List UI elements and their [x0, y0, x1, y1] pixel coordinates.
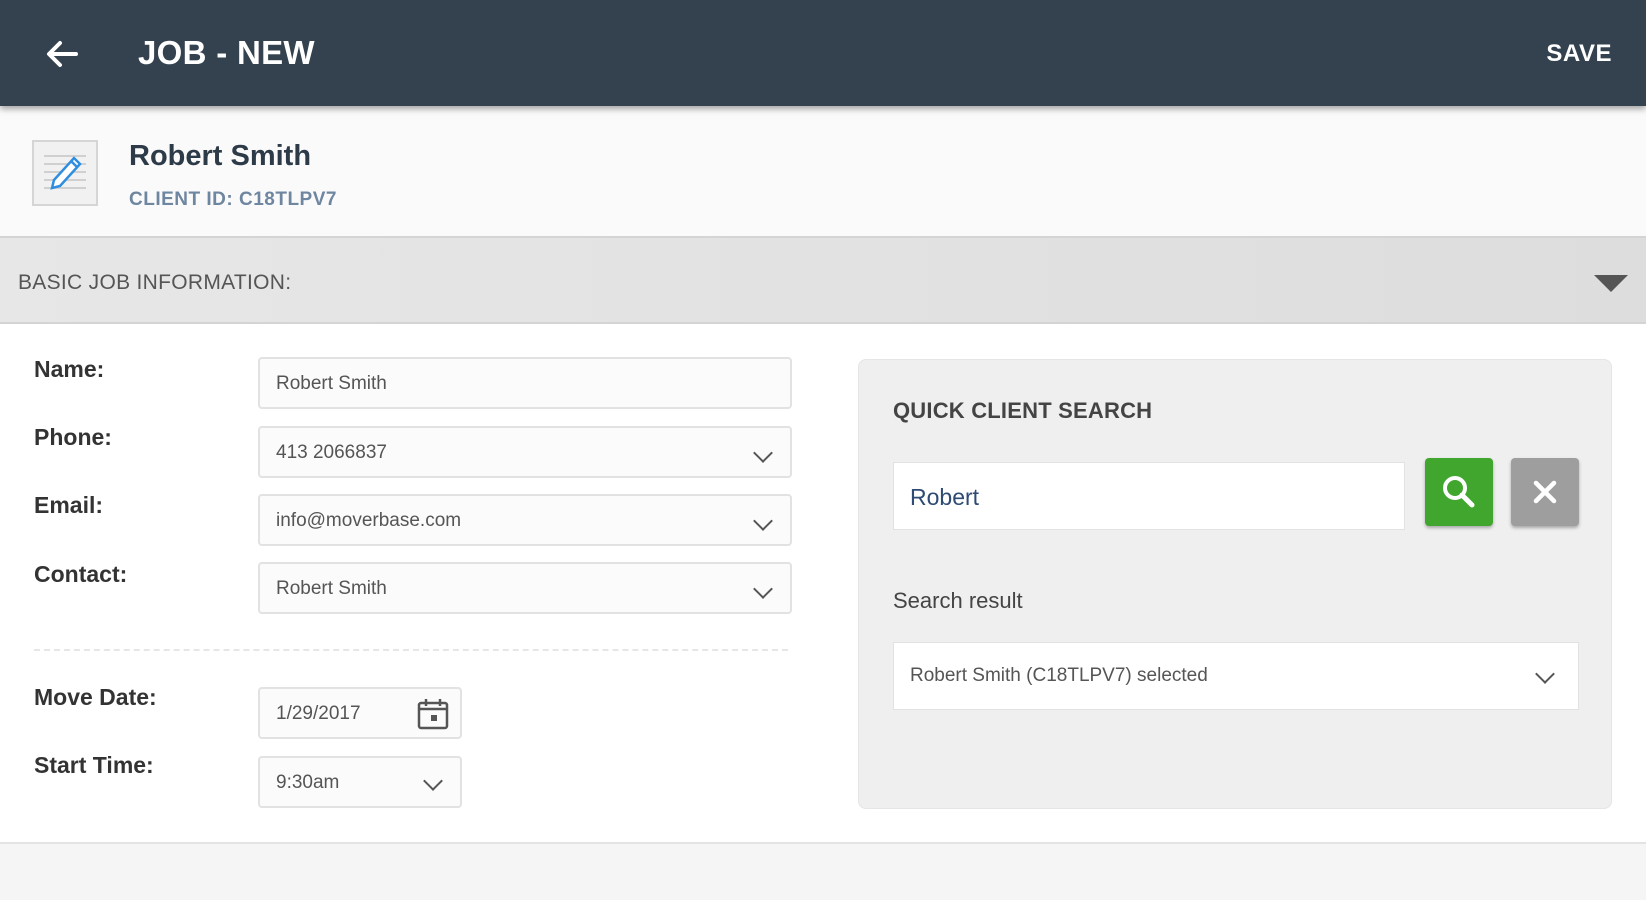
search-result-label: Search result	[893, 588, 1023, 613]
search-button[interactable]	[1425, 458, 1493, 526]
calendar-icon[interactable]	[416, 697, 450, 731]
caret-down-icon	[1594, 275, 1628, 292]
start-time-label: Start Time:	[34, 752, 154, 778]
search-icon	[1443, 476, 1475, 508]
section-title: BASIC JOB INFORMATION:	[18, 271, 292, 294]
chevron-down-icon	[1535, 664, 1555, 684]
contact-select[interactable]: Robert Smith	[258, 562, 792, 614]
edit-document-icon	[32, 140, 98, 206]
chevron-down-icon	[753, 511, 773, 531]
move-date-label: Move Date:	[34, 684, 157, 710]
job-form: Name: Robert Smith Phone: 413 2066837 Em…	[0, 324, 1646, 842]
client-name: Robert Smith	[129, 140, 312, 172]
quick-client-search-panel: QUICK CLIENT SEARCH Robert Search result…	[858, 359, 1612, 809]
client-search-input[interactable]: Robert	[893, 462, 1405, 530]
phone-select[interactable]: 413 2066837	[258, 426, 792, 478]
section-header-basic-job-info[interactable]: BASIC JOB INFORMATION:	[0, 236, 1646, 324]
form-divider	[34, 649, 788, 651]
move-date-field[interactable]: 1/29/2017	[258, 687, 462, 739]
chevron-down-icon	[753, 579, 773, 599]
contact-label: Contact:	[34, 561, 128, 587]
phone-label: Phone:	[34, 424, 112, 450]
save-button[interactable]: SAVE	[1546, 40, 1612, 68]
search-result-value: Robert Smith (C18TLPV7) selected	[910, 665, 1208, 686]
start-time-value: 9:30am	[276, 772, 340, 793]
quick-search-title: QUICK CLIENT SEARCH	[893, 398, 1153, 423]
clear-search-button[interactable]	[1511, 458, 1579, 526]
name-field[interactable]: Robert Smith	[258, 357, 792, 409]
move-date-value: 1/29/2017	[276, 703, 361, 724]
email-select[interactable]: info@moverbase.com	[258, 494, 792, 546]
contact-value: Robert Smith	[276, 578, 387, 599]
email-value: info@moverbase.com	[276, 510, 462, 531]
client-id: CLIENT ID: C18TLPV7	[129, 189, 337, 210]
start-time-select[interactable]: 9:30am	[258, 756, 462, 808]
back-arrow-icon[interactable]	[40, 32, 84, 76]
chevron-down-icon	[423, 771, 443, 791]
phone-value: 413 2066837	[276, 442, 387, 463]
page-title: JOB - NEW	[138, 34, 315, 71]
close-icon	[1533, 480, 1557, 504]
email-label: Email:	[34, 492, 104, 518]
search-result-select[interactable]: Robert Smith (C18TLPV7) selected	[893, 642, 1579, 710]
name-label: Name:	[34, 356, 105, 382]
app-bar: JOB - NEW SAVE	[0, 0, 1646, 106]
bottom-area	[0, 842, 1646, 900]
chevron-down-icon	[753, 443, 773, 463]
client-card: Robert Smith CLIENT ID: C18TLPV7	[0, 106, 1646, 236]
